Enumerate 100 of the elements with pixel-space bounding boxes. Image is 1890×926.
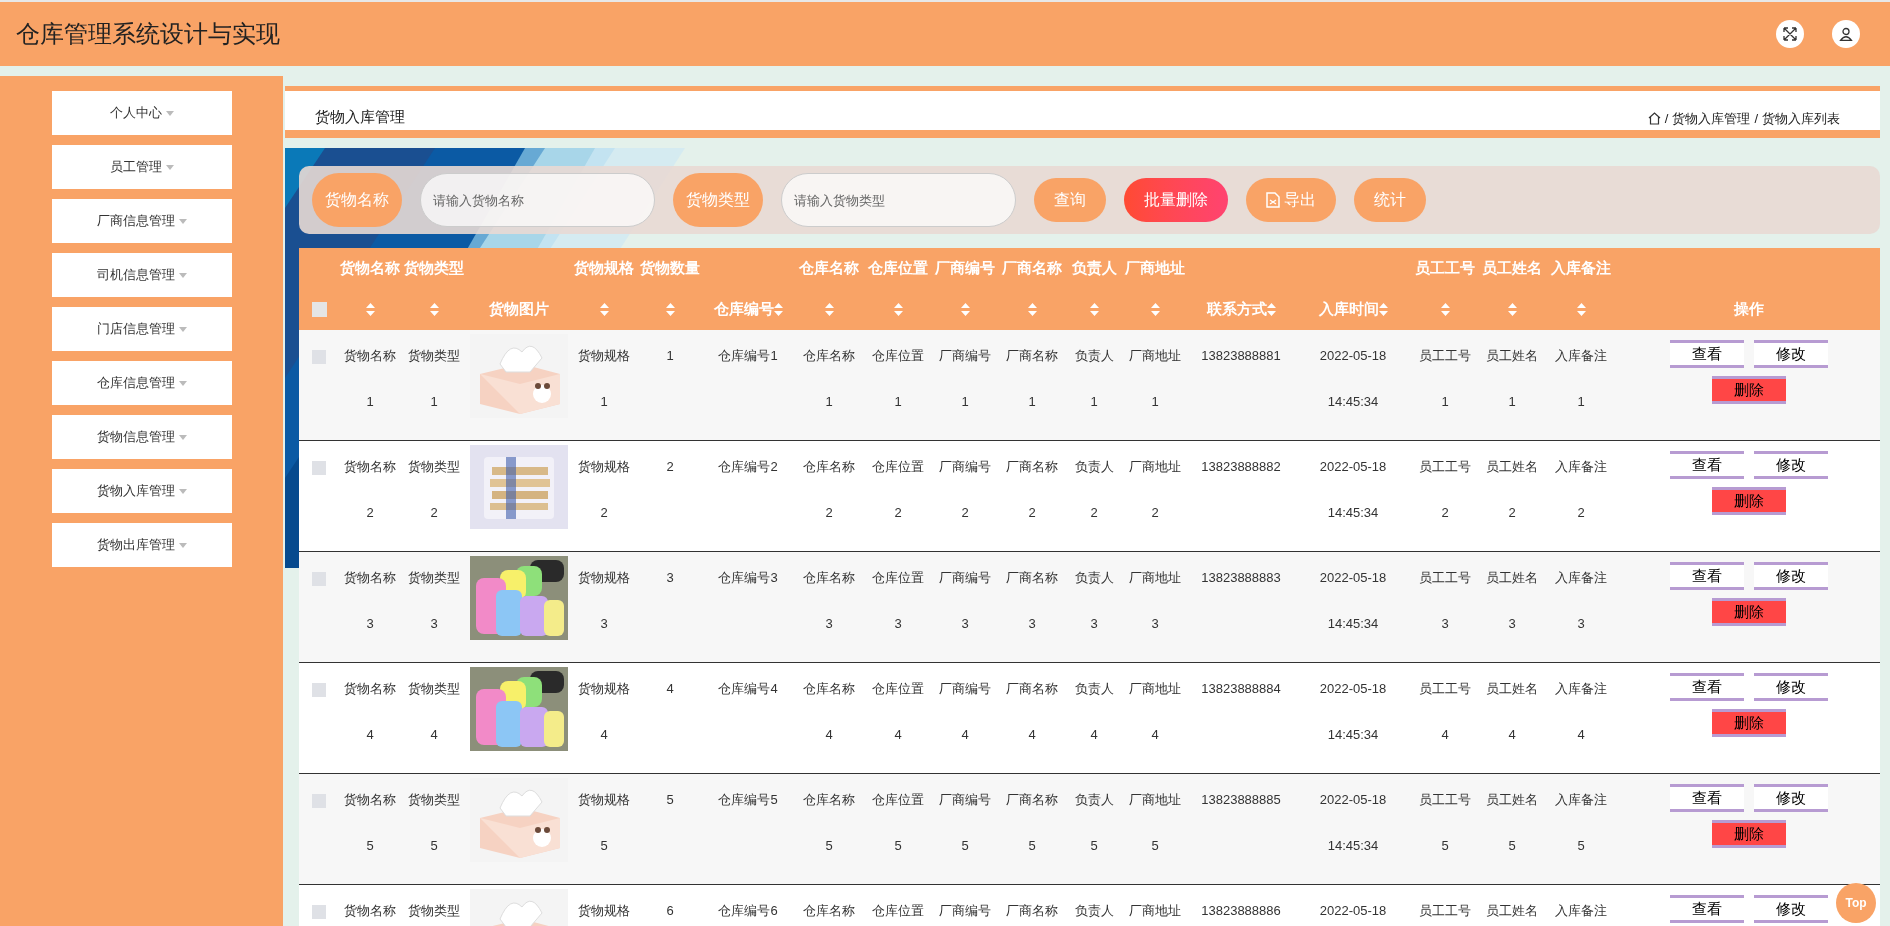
user-icon[interactable] (1832, 20, 1860, 48)
sort-icon[interactable] (1378, 302, 1388, 316)
table-cell-text: 货物规格 (578, 791, 630, 809)
sidebar-item[interactable]: 员工管理 (52, 145, 232, 189)
delete-button[interactable]: 删除 (1711, 598, 1786, 626)
search-field[interactable]: 请输入货物类型 (781, 173, 1016, 227)
home-icon[interactable] (1647, 111, 1661, 125)
checkbox[interactable] (312, 572, 326, 586)
table-cell-text: 货物名称 (344, 680, 396, 698)
table-cell-text: 4 (961, 726, 969, 744)
sidebar-item[interactable]: 货物入库管理 (52, 469, 232, 513)
table-cell-text: 仓库编号4 (718, 680, 778, 698)
table-cell-text: 2 (1028, 504, 1036, 522)
sidebar-item[interactable]: 个人中心 (52, 91, 232, 135)
delete-button[interactable]: 删除 (1711, 820, 1786, 848)
caret-icon (166, 164, 174, 170)
sort-icon[interactable] (824, 302, 834, 316)
sort-icon[interactable] (773, 302, 783, 316)
view-button[interactable]: 查看 (1669, 451, 1744, 479)
sort-icon[interactable] (893, 302, 903, 316)
table-cell-text: 负责人 (1074, 902, 1114, 920)
checkbox[interactable] (312, 905, 326, 919)
sidebar-item[interactable]: 货物出库管理 (52, 523, 232, 567)
table-cell-text: 厂商名称 (1006, 680, 1058, 698)
breadcrumb-item[interactable]: 货物入库管理 (1672, 108, 1751, 128)
table-cell-text: 入库备注 (1555, 680, 1607, 698)
sort-icon[interactable] (1440, 302, 1450, 316)
table-cell-text: 仓库编号1 (718, 347, 778, 365)
table-cell-text: 厂商地址 (1129, 347, 1181, 365)
edit-button[interactable]: 修改 (1753, 562, 1828, 590)
sort-icon[interactable] (960, 302, 970, 316)
table-cell-text: 仓库编号3 (718, 569, 778, 587)
table-cell-text: 2 (1441, 504, 1449, 522)
table-cell-text: 5 (1441, 837, 1449, 855)
sort-icon[interactable] (1089, 302, 1099, 316)
table-cell-text: 员工工号 (1419, 347, 1471, 365)
edit-button[interactable]: 修改 (1753, 340, 1828, 368)
breadcrumb-item[interactable]: 货物入库列表 (1762, 108, 1840, 128)
sidebar-item[interactable]: 司机信息管理 (52, 253, 232, 297)
sort-icon[interactable] (1507, 302, 1517, 316)
delete-button[interactable]: 删除 (1711, 376, 1786, 404)
table-cell-text: 4 (1441, 726, 1449, 744)
view-button[interactable]: 查看 (1669, 340, 1744, 368)
edit-button[interactable]: 修改 (1753, 451, 1828, 479)
checkbox[interactable] (312, 683, 326, 697)
table-cell-text: 负责人 (1074, 458, 1114, 476)
table-cell-text: 2 (1151, 504, 1159, 522)
table-cell-text: 5 (366, 837, 374, 855)
sort-icon[interactable] (1576, 302, 1586, 316)
sort-icon[interactable] (1150, 302, 1160, 316)
table-cell-text: 仓库位置 (872, 347, 924, 365)
edit-button[interactable]: 修改 (1753, 895, 1828, 923)
sort-icon[interactable] (1266, 302, 1276, 316)
table-cell-text: 4 (366, 726, 374, 744)
table-cell-text: 入库备注 (1555, 791, 1607, 809)
table-cell-text: 3 (961, 615, 969, 633)
table-cell-text: 14:45:34 (1327, 837, 1379, 855)
table-cell-text: 仓库编号2 (718, 458, 778, 476)
edit-button[interactable]: 修改 (1753, 673, 1828, 701)
table-cell-text: 4 (600, 726, 608, 744)
sidebar-item[interactable]: 门店信息管理 (52, 307, 232, 351)
table-cell-text: 员工姓名 (1486, 347, 1538, 365)
table-cell-text: 1 (1151, 393, 1159, 411)
view-button[interactable]: 查看 (1669, 673, 1744, 701)
table-cell-text: 4 (1577, 726, 1585, 744)
view-button[interactable]: 查看 (1669, 784, 1744, 812)
table-cell-text: 货物名称 (344, 569, 396, 587)
breadcrumb-separator: / (1754, 109, 1758, 128)
delete-button[interactable]: 删除 (1711, 709, 1786, 737)
view-button[interactable]: 查看 (1669, 895, 1744, 923)
checkbox[interactable] (312, 794, 326, 808)
table-cell-text: 仓库名称 (803, 680, 855, 698)
table-cell-text: 14:45:34 (1327, 504, 1379, 522)
table-cell-text: 14:45:34 (1327, 615, 1379, 633)
delete-button[interactable]: 删除 (1711, 487, 1786, 515)
fullscreen-icon[interactable] (1776, 20, 1804, 48)
table-cell-text: 5 (894, 837, 902, 855)
table-cell-text: 5 (600, 837, 608, 855)
table-cell-text: 1 (825, 393, 833, 411)
table-cell-text: 4 (894, 726, 902, 744)
table-cell-text: 货物名称 (344, 791, 396, 809)
table-cell-text: 负责人 (1074, 680, 1114, 698)
sidebar-item[interactable]: 厂商信息管理 (52, 199, 232, 243)
table-cell-text: 仓库位置 (872, 680, 924, 698)
caret-icon (179, 380, 187, 386)
sidebar-item[interactable]: 货物信息管理 (52, 415, 232, 459)
table-cell-text: 入库备注 (1555, 902, 1607, 920)
table-cell-text: 1 (1028, 393, 1036, 411)
sort-icon[interactable] (1027, 302, 1037, 316)
table-cell-text: 4 (430, 726, 438, 744)
view-button[interactable]: 查看 (1669, 562, 1744, 590)
table-cell-text: 货物类型 (408, 791, 460, 809)
edit-button[interactable]: 修改 (1753, 784, 1828, 812)
table-cell-text: 厂商名称 (1006, 458, 1058, 476)
sidebar-item[interactable]: 仓库信息管理 (52, 361, 232, 405)
table-cell-text: 4 (1028, 726, 1036, 744)
table-cell-text: 13823888884 (1201, 680, 1281, 698)
table-cell-text: 仓库位置 (872, 791, 924, 809)
table-cell-text: 5 (430, 837, 438, 855)
batch-delete-button[interactable]: 批量删除 (1124, 178, 1228, 222)
